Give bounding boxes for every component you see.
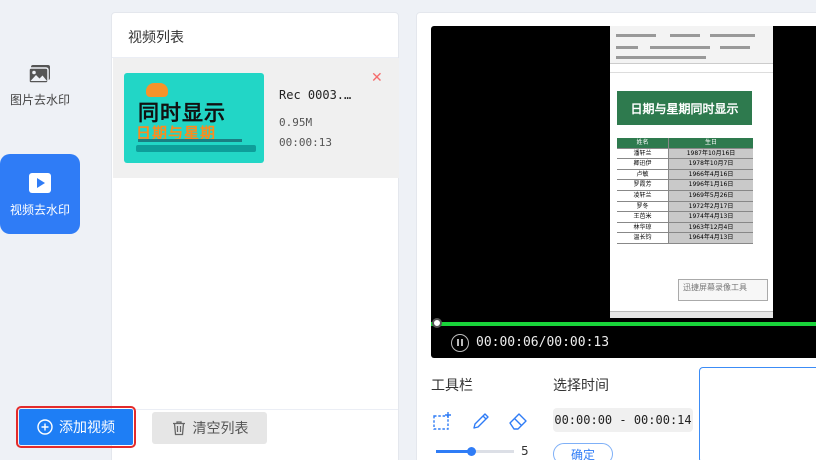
watermark: 迅捷屏幕录像工具 [678, 279, 768, 301]
video-thumbnail: 同时显示 日期与星期 [124, 73, 264, 163]
table-cell: 1996年1月16日 [669, 180, 753, 190]
pencil-icon[interactable] [470, 410, 492, 432]
clear-list-label: 清空列表 [192, 421, 249, 437]
sheet-table: 姓名 生日 潘轩兰 1987年10月16日 卿迅伊 1978年10月7日 卢敏 196… [617, 138, 753, 244]
sheet-banner: 日期与星期同时显示 [617, 91, 752, 125]
add-video-label: 添加视频 [59, 420, 115, 436]
text-area[interactable] [699, 367, 816, 460]
table-cell: 1987年10月16日 [669, 148, 753, 159]
thumbnail-mascot [146, 83, 168, 97]
video-player[interactable]: 日期与星期同时显示 姓名 生日 潘轩兰 1987年10月16日 卿迅伊 1978年1… [431, 26, 816, 358]
nav-image-watermark[interactable]: 图片去水印 [0, 45, 80, 125]
delete-video-icon[interactable]: ✕ [371, 70, 383, 86]
video-list-title: 视频列表 [128, 30, 184, 46]
progress-handle[interactable] [432, 318, 442, 328]
table-row: 罗霞芳 1996年1月16日 [617, 180, 753, 191]
nav-video-label: 视频去水印 [9, 202, 70, 217]
table-cell: 1978年10月7日 [669, 159, 753, 169]
pause-icon[interactable] [451, 334, 469, 352]
table-cell: 卿迅伊 [617, 159, 669, 169]
table-row: 凌轩兰 1969年5月26日 [617, 190, 753, 202]
sheet-tabs [610, 311, 773, 318]
table-cell: 罗冬 [617, 201, 669, 212]
plus-circle-icon [37, 419, 53, 435]
divider [112, 409, 398, 410]
table-row: 罗冬 1972年2月17日 [617, 201, 753, 213]
table-row: 王芭米 1974年4月13日 [617, 212, 753, 223]
table-row: 姓名 生日 [617, 138, 753, 149]
table-cell: 林华琼 [617, 222, 669, 233]
brush-size-value: 5 [521, 444, 529, 458]
table-cell: 卢敏 [617, 169, 669, 180]
trash-icon [172, 421, 185, 436]
sheet-ribbon [610, 26, 773, 64]
table-cell: 1972年2月17日 [669, 201, 753, 212]
table-cell: 罗霞芳 [617, 180, 669, 190]
video-list-panel: 视频列表 同时显示 日期与星期 Rec 0003.… 0.95M 00:00:1… [111, 12, 399, 460]
brush-size-handle[interactable] [467, 447, 476, 456]
video-frame: 日期与星期同时显示 姓名 生日 潘轩兰 1987年10月16日 卿迅伊 1978年1… [610, 26, 773, 318]
video-icon [29, 172, 51, 193]
add-video-button[interactable]: 添加视频 [16, 406, 136, 448]
eraser-icon[interactable] [507, 410, 529, 432]
table-header: 生日 [669, 138, 753, 148]
table-row: 温长钧 1964年4月13日 [617, 233, 753, 244]
table-cell: 1964年4月13日 [669, 233, 753, 243]
table-cell: 王芭米 [617, 212, 669, 222]
playback-time: 00:00:06/00:00:13 [476, 335, 610, 350]
rectangle-select-icon[interactable] [431, 410, 453, 432]
nav-video-watermark[interactable]: 视频去水印 [0, 154, 80, 234]
table-cell: 1969年5月26日 [669, 190, 753, 201]
thumbnail-bar [136, 145, 256, 152]
video-duration: 00:00:13 [279, 136, 332, 149]
table-cell: 潘轩兰 [617, 148, 669, 159]
sheet-formula-bar [610, 65, 773, 73]
time-select-title: 选择时间 [553, 378, 609, 394]
side-nav: 图片去水印 视频去水印 [0, 0, 95, 460]
table-cell: 1974年4月13日 [669, 212, 753, 222]
table-cell: 凌轩兰 [617, 190, 669, 201]
watermark-text: 迅捷屏幕录像工具 [683, 283, 747, 292]
table-row: 林华琼 1963年12月4日 [617, 222, 753, 234]
table-cell: 1966年4月16日 [669, 169, 753, 180]
nav-image-label: 图片去水印 [9, 92, 70, 107]
confirm-button[interactable]: 确定 [553, 443, 613, 460]
table-row: 潘轩兰 1987年10月16日 [617, 148, 753, 160]
table-row: 卿迅伊 1978年10月7日 [617, 159, 753, 170]
progress-bar[interactable] [431, 322, 816, 326]
image-icon [28, 64, 50, 84]
clear-list-button[interactable]: 清空列表 [152, 412, 267, 444]
video-name: Rec 0003.… [279, 88, 352, 102]
table-cell: 温长钧 [617, 233, 669, 243]
toolbar-title: 工具栏 [431, 378, 473, 394]
table-header: 姓名 [617, 138, 669, 148]
table-row: 卢敏 1966年4月16日 [617, 169, 753, 181]
time-range-field[interactable]: 00:00:00 - 00:00:14 [553, 408, 693, 432]
list-item[interactable]: 同时显示 日期与星期 Rec 0003.… 0.95M 00:00:13 ✕ [113, 58, 399, 178]
thumbnail-stripe [138, 139, 242, 142]
video-size: 0.95M [279, 116, 313, 129]
table-cell: 1963年12月4日 [669, 222, 753, 233]
